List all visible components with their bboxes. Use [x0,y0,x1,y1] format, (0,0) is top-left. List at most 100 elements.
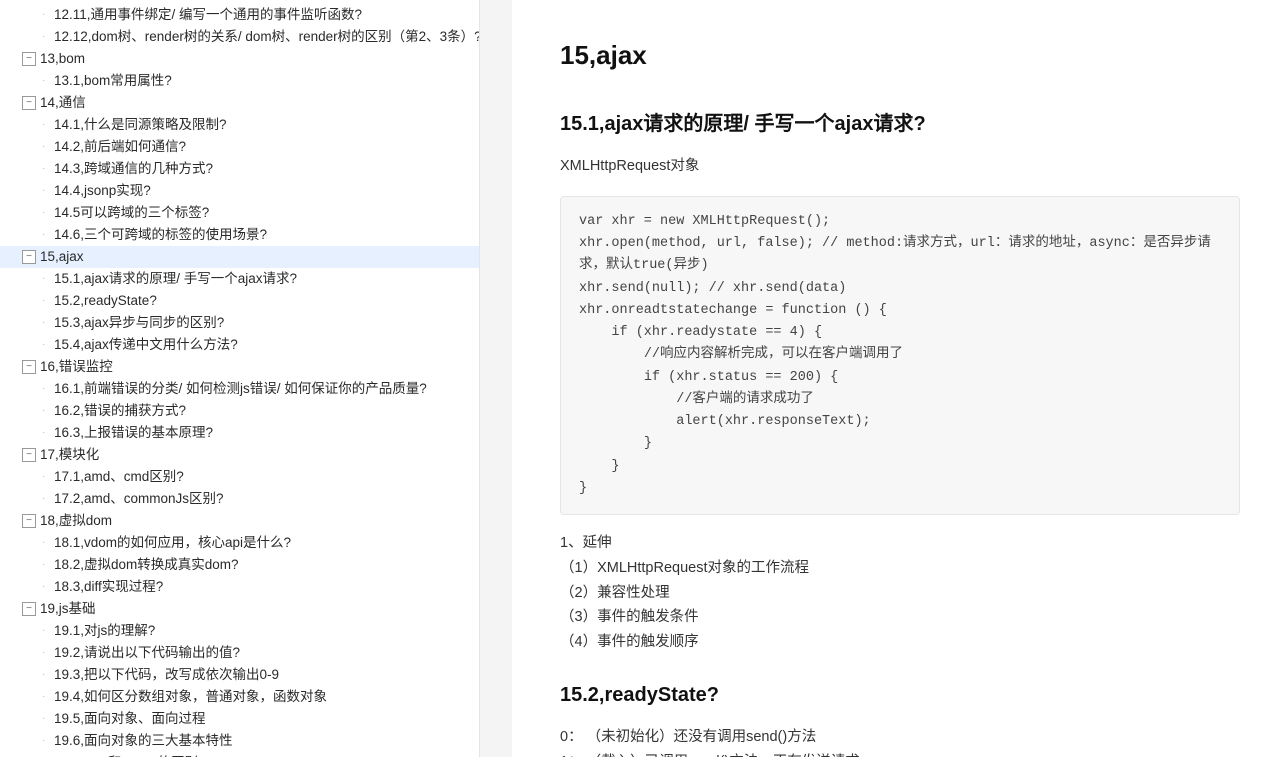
outline-item[interactable]: ·16.2,错误的捕获方式? [0,400,479,422]
tree-leaf-bullet: · [42,555,52,575]
tree-leaf-bullet: · [42,269,52,289]
tree-leaf-bullet: · [42,335,52,355]
outline-item-label: 15.3,ajax异步与同步的区别? [54,313,224,333]
tree-leaf-bullet: · [42,203,52,223]
tree-leaf-bullet: · [42,709,52,729]
outline-item-label: 13,bom [40,49,85,69]
outline-item[interactable]: ·14.5可以跨域的三个标签? [0,202,479,224]
outline-item[interactable]: ·19.6,面向对象的三大基本特性 [0,730,479,752]
outline-item[interactable]: ·12.11,通用事件绑定/ 编写一个通用的事件监听函数? [0,4,479,26]
tree-leaf-bullet: · [42,115,52,135]
collapse-icon[interactable]: − [22,602,36,616]
outline-item-label: 19.7XML和JSON的区别? [54,753,206,757]
collapse-icon[interactable]: − [22,52,36,66]
outline-item[interactable]: ·18.2,虚拟dom转换成真实dom? [0,554,479,576]
outline-item[interactable]: ·14.4,jsonp实现? [0,180,479,202]
outline-item-label: 14.3,跨域通信的几种方式? [54,159,213,179]
outline-item[interactable]: ·14.6,三个可跨域的标签的使用场景? [0,224,479,246]
outline-item-label: 12.11,通用事件绑定/ 编写一个通用的事件监听函数? [54,5,362,25]
outline-item[interactable]: ·19.2,请说出以下代码输出的值? [0,642,479,664]
code-block-ajax: var xhr = new XMLHttpRequest(); xhr.open… [560,196,1240,515]
tree-leaf-bullet: · [42,753,52,757]
outline-item-label: 16,错误监控 [40,357,113,377]
tree-leaf-bullet: · [42,643,52,663]
outline-item[interactable]: ·15.2,readyState? [0,290,479,312]
tree-leaf-bullet: · [42,27,52,47]
outline-item[interactable]: ·17.2,amd、commonJs区别? [0,488,479,510]
section-heading-15-1: 15.1,ajax请求的原理/ 手写一个ajax请求? [560,107,1240,136]
outline-item-label: 19.4,如何区分数组对象，普通对象，函数对象 [54,687,327,707]
tree-leaf-bullet: · [42,291,52,311]
readystate-item: 0： （未初始化）还没有调用send()方法 [560,727,1240,749]
outline-item[interactable]: ·17.1,amd、cmd区别? [0,466,479,488]
outline-item-label: 18.1,vdom的如何应用，核心api是什么? [54,533,291,553]
tree-leaf-bullet: · [42,181,52,201]
tree-leaf-bullet: · [42,489,52,509]
page-title: 15,ajax [560,40,1240,71]
outline-item[interactable]: −16,错误监控 [0,356,479,378]
outline-item-label: 19.2,请说出以下代码输出的值? [54,643,240,663]
extend-item: （3）事件的触发条件 [560,607,1240,629]
outline-item-label: 17,模块化 [40,445,99,465]
outline-item-label: 19,js基础 [40,599,96,619]
tree-leaf-bullet: · [42,71,52,91]
outline-item[interactable]: ·18.1,vdom的如何应用，核心api是什么? [0,532,479,554]
outline-item-label: 19.6,面向对象的三大基本特性 [54,731,233,751]
tree-leaf-bullet: · [42,137,52,157]
tree-leaf-bullet: · [42,467,52,487]
tree-leaf-bullet: · [42,577,52,597]
collapse-icon[interactable]: − [22,250,36,264]
outline-item[interactable]: −13,bom [0,48,479,70]
outline-item[interactable]: −15,ajax [0,246,479,268]
outline-item[interactable]: ·18.3,diff实现过程? [0,576,479,598]
outline-item-label: 16.2,错误的捕获方式? [54,401,186,421]
outline-item-label: 17.2,amd、commonJs区别? [54,489,224,509]
outline-item[interactable]: −18,虚拟dom [0,510,479,532]
tree-leaf-bullet: · [42,225,52,245]
outline-item-label: 19.1,对js的理解? [54,621,155,641]
outline-item[interactable]: ·19.7XML和JSON的区别? [0,752,479,757]
outline-item[interactable]: ·15.3,ajax异步与同步的区别? [0,312,479,334]
collapse-icon[interactable]: − [22,448,36,462]
outline-item[interactable]: ·13.1,bom常用属性? [0,70,479,92]
tree-leaf-bullet: · [42,313,52,333]
outline-item-label: 15.2,readyState? [54,291,157,311]
section-intro: XMLHttpRequest对象 [560,156,1240,178]
tree-leaf-bullet: · [42,5,52,25]
outline-item[interactable]: ·14.1,什么是同源策略及限制? [0,114,479,136]
document-content[interactable]: 15,ajax 15.1,ajax请求的原理/ 手写一个ajax请求? XMLH… [512,0,1288,757]
outline-item[interactable]: ·15.1,ajax请求的原理/ 手写一个ajax请求? [0,268,479,290]
outline-item[interactable]: −17,模块化 [0,444,479,466]
app-root: ·12.11,通用事件绑定/ 编写一个通用的事件监听函数?·12.12,dom树… [0,0,1288,757]
section-heading-15-2: 15.2,readyState? [560,684,1240,707]
outline-item-label: 19.5,面向对象、面向过程 [54,709,206,729]
outline-item[interactable]: ·19.1,对js的理解? [0,620,479,642]
outline-item-label: 14.4,jsonp实现? [54,181,151,201]
outline-item-label: 18.2,虚拟dom转换成真实dom? [54,555,239,575]
outline-item[interactable]: ·16.3,上报错误的基本原理? [0,422,479,444]
outline-item-label: 18.3,diff实现过程? [54,577,163,597]
outline-item[interactable]: ·12.12,dom树、render树的关系/ dom树、render树的区别（… [0,26,479,48]
outline-sidebar[interactable]: ·12.11,通用事件绑定/ 编写一个通用的事件监听函数?·12.12,dom树… [0,0,480,757]
outline-item[interactable]: ·16.1,前端错误的分类/ 如何检测js错误/ 如何保证你的产品质量? [0,378,479,400]
outline-item-label: 14.5可以跨域的三个标签? [54,203,209,223]
collapse-icon[interactable]: − [22,96,36,110]
tree-leaf-bullet: · [42,159,52,179]
outline-item[interactable]: −14,通信 [0,92,479,114]
readystate-item: 1： （载入）已调用send()方法，正在发送请求 [560,752,1240,757]
outline-item[interactable]: ·14.3,跨域通信的几种方式? [0,158,479,180]
outline-item[interactable]: −19,js基础 [0,598,479,620]
outline-item-label: 14,通信 [40,93,86,113]
outline-item[interactable]: ·14.2,前后端如何通信? [0,136,479,158]
tree-leaf-bullet: · [42,687,52,707]
divider-gap [480,0,512,757]
outline-item[interactable]: ·19.4,如何区分数组对象，普通对象，函数对象 [0,686,479,708]
outline-item-label: 14.6,三个可跨域的标签的使用场景? [54,225,267,245]
collapse-icon[interactable]: − [22,514,36,528]
outline-item-label: 14.1,什么是同源策略及限制? [54,115,227,135]
extend-item: （2）兼容性处理 [560,583,1240,605]
outline-item[interactable]: ·15.4,ajax传递中文用什么方法? [0,334,479,356]
collapse-icon[interactable]: − [22,360,36,374]
outline-item[interactable]: ·19.5,面向对象、面向过程 [0,708,479,730]
outline-item[interactable]: ·19.3,把以下代码，改写成依次输出0-9 [0,664,479,686]
